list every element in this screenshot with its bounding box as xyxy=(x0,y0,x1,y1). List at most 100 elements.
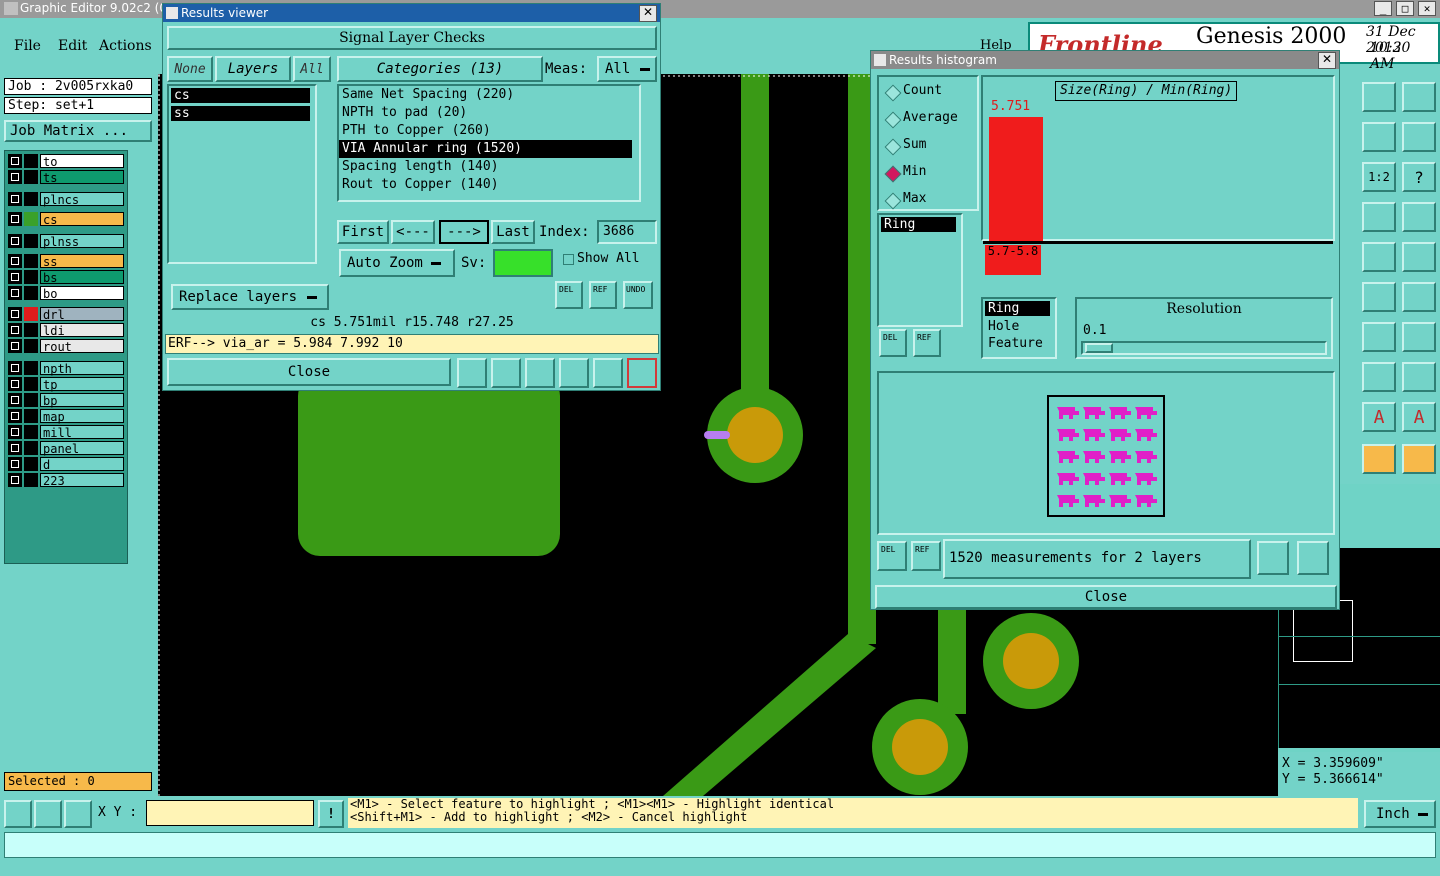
layer-name[interactable]: ss xyxy=(40,254,124,269)
edit-nodes-icon[interactable] xyxy=(1402,444,1436,474)
layer-name[interactable]: bo xyxy=(40,286,124,301)
radio-icon[interactable] xyxy=(884,138,902,156)
layer-checkbox[interactable] xyxy=(8,377,22,391)
alert-icon[interactable]: ! xyxy=(318,800,344,828)
preview-ref-icon[interactable]: REF xyxy=(911,541,941,571)
zoom-fit-icon[interactable] xyxy=(1362,362,1396,392)
layer-swatch[interactable] xyxy=(24,425,38,439)
layer-name[interactable]: panel xyxy=(40,441,124,456)
ref-icon[interactable]: REF xyxy=(589,281,617,309)
hist-del-icon[interactable]: DEL xyxy=(879,329,907,357)
attr-item-ring[interactable]: Ring xyxy=(985,301,1050,316)
layer-swatch[interactable] xyxy=(24,393,38,407)
pad-icon[interactable] xyxy=(1402,242,1436,272)
layer-swatch[interactable] xyxy=(24,170,38,184)
category-item[interactable]: VIA Annular ring (1520) xyxy=(339,140,632,158)
histogram-bar[interactable] xyxy=(989,117,1043,241)
grid-icon[interactable] xyxy=(64,800,92,828)
notes-icon[interactable] xyxy=(593,358,623,388)
layer-row-bo[interactable]: bo xyxy=(8,286,124,301)
resolution-slider[interactable] xyxy=(1081,341,1327,355)
net2-icon[interactable] xyxy=(1402,202,1436,232)
option-min[interactable]: Min xyxy=(884,164,975,183)
query-icon[interactable]: ? xyxy=(1402,162,1436,192)
minimize-button[interactable]: _ xyxy=(1374,1,1392,16)
ring-list[interactable]: Ring xyxy=(877,213,963,327)
layer-results-list[interactable]: cs ss xyxy=(167,84,317,264)
layer-swatch[interactable] xyxy=(24,154,38,168)
layer-name[interactable]: d xyxy=(40,457,124,472)
layer-name[interactable]: to xyxy=(40,154,124,169)
erf-icon[interactable] xyxy=(525,358,555,388)
layer-name[interactable]: bp xyxy=(40,393,124,408)
radio-icon[interactable] xyxy=(884,111,902,129)
meas-dropdown[interactable]: All xyxy=(597,56,657,82)
layer-row-plncs[interactable]: plncs xyxy=(8,192,124,207)
layer-checkbox[interactable] xyxy=(8,212,22,226)
layer-checkbox[interactable] xyxy=(8,393,22,407)
layer-list-hscrollbar[interactable] xyxy=(167,266,317,278)
layer-swatch[interactable] xyxy=(24,441,38,455)
layer-name[interactable]: rout xyxy=(40,339,124,354)
attr-scrollbar[interactable] xyxy=(1059,297,1073,359)
layer-swatch[interactable] xyxy=(24,377,38,391)
layer-row-bp[interactable]: bp xyxy=(8,393,124,408)
text-a2-icon[interactable]: A xyxy=(1402,402,1436,432)
category-scrollbar[interactable] xyxy=(643,84,657,202)
layer-checkbox[interactable] xyxy=(8,339,22,353)
layer-name[interactable]: plncs xyxy=(40,192,124,207)
layer-swatch[interactable] xyxy=(24,234,38,248)
export-hist2-icon[interactable] xyxy=(1297,541,1329,575)
category-item[interactable]: Rout to Copper (140) xyxy=(339,176,632,194)
category-hscrollbar[interactable] xyxy=(337,204,641,216)
layer-row-d[interactable]: d xyxy=(8,457,124,472)
histogram-close-button[interactable]: Close xyxy=(875,585,1337,609)
layer-row-cs[interactable]: cs xyxy=(8,212,124,227)
layer-name[interactable]: 223 xyxy=(40,473,124,488)
sv-color-dropdown[interactable] xyxy=(493,249,553,277)
histogram-chart[interactable]: Size(Ring) / Min(Ring) 5.751 xyxy=(981,75,1335,244)
viewer-title-bar[interactable]: Results viewer ✕ xyxy=(163,4,660,22)
layer-checkbox[interactable] xyxy=(8,361,22,375)
job-matrix-button[interactable]: Job Matrix ... xyxy=(4,120,152,142)
menu-edit[interactable]: Edit xyxy=(58,38,87,54)
net-icon[interactable] xyxy=(1362,202,1396,232)
layer-list-item[interactable]: ss xyxy=(171,106,310,121)
layer-checkbox[interactable] xyxy=(8,154,22,168)
layer-checkbox[interactable] xyxy=(8,286,22,300)
zoom-box-icon[interactable] xyxy=(4,800,32,828)
layer-swatch[interactable] xyxy=(24,192,38,206)
layer-list-item[interactable]: cs xyxy=(171,88,310,103)
layer-row-tp[interactable]: tp xyxy=(8,377,124,392)
ruler-icon[interactable] xyxy=(1362,242,1396,272)
layer-checkbox[interactable] xyxy=(8,473,22,487)
show-all-checkbox[interactable] xyxy=(563,254,574,265)
layer-name[interactable]: map xyxy=(40,409,124,424)
option-sum[interactable]: Sum xyxy=(884,137,975,156)
auto-zoom-dropdown[interactable]: Auto Zoom xyxy=(339,249,455,277)
last-button[interactable]: Last xyxy=(491,220,535,244)
measure2-icon[interactable] xyxy=(1402,282,1436,312)
histogram-close-icon[interactable]: ✕ xyxy=(1318,52,1336,69)
layer-swatch[interactable] xyxy=(24,473,38,487)
layer-row-map[interactable]: map xyxy=(8,409,124,424)
next-button[interactable]: ---> xyxy=(439,220,489,244)
radio-icon[interactable] xyxy=(884,192,902,210)
category-item[interactable]: Spacing length (140) xyxy=(339,158,632,176)
category-item[interactable]: PTH to Copper (260) xyxy=(339,122,632,140)
radio-icon[interactable] xyxy=(884,165,902,183)
snap-icon[interactable] xyxy=(1402,122,1436,152)
layer-swatch[interactable] xyxy=(24,339,38,353)
category-item[interactable]: Same Net Spacing (220) xyxy=(339,86,632,104)
layer-row-to[interactable]: to xyxy=(8,154,124,169)
layer-row-bs[interactable]: bs xyxy=(8,270,124,285)
layer-row-ss[interactable]: ss xyxy=(8,254,124,269)
measure-icon[interactable] xyxy=(1362,282,1396,312)
all-layers-button[interactable]: All xyxy=(293,56,331,82)
attr-item-feature[interactable]: Feature xyxy=(985,335,1053,352)
histogram-icon[interactable] xyxy=(627,358,657,388)
layer-checkbox[interactable] xyxy=(8,234,22,248)
panel-preview[interactable] xyxy=(1047,395,1165,517)
first-button[interactable]: First xyxy=(337,220,389,244)
category-item[interactable]: NPTH to pad (20) xyxy=(339,104,632,122)
